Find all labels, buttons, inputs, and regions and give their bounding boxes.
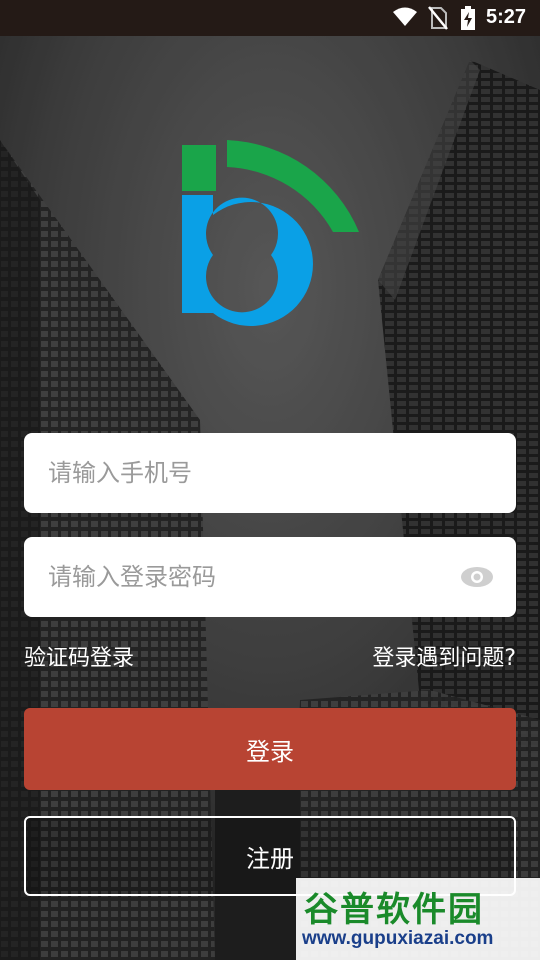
app-logo xyxy=(182,140,359,326)
sms-login-link[interactable]: 验证码登录 xyxy=(24,640,134,672)
login-problem-link[interactable]: 登录遇到问题? xyxy=(372,640,516,672)
eye-icon[interactable] xyxy=(460,565,494,589)
phone-input[interactable] xyxy=(48,433,468,513)
register-button-label: 注册 xyxy=(246,844,294,873)
login-button-label: 登录 xyxy=(246,737,294,766)
watermark-url: www.gupuxiazai.com xyxy=(302,928,494,949)
wifi-icon xyxy=(393,7,417,26)
status-bar: 5:27 xyxy=(0,0,540,36)
no-sim-icon xyxy=(428,6,448,30)
login-button[interactable]: 登录 xyxy=(24,708,516,790)
password-input[interactable] xyxy=(48,537,468,617)
status-time: 5:27 xyxy=(485,6,526,28)
password-field[interactable] xyxy=(24,537,516,617)
battery-charging-icon xyxy=(461,6,475,30)
watermark-title: 谷普软件园 xyxy=(304,890,484,930)
phone-field[interactable] xyxy=(24,433,516,513)
watermark: 谷普软件园 www.gupuxiazai.com xyxy=(296,878,540,960)
